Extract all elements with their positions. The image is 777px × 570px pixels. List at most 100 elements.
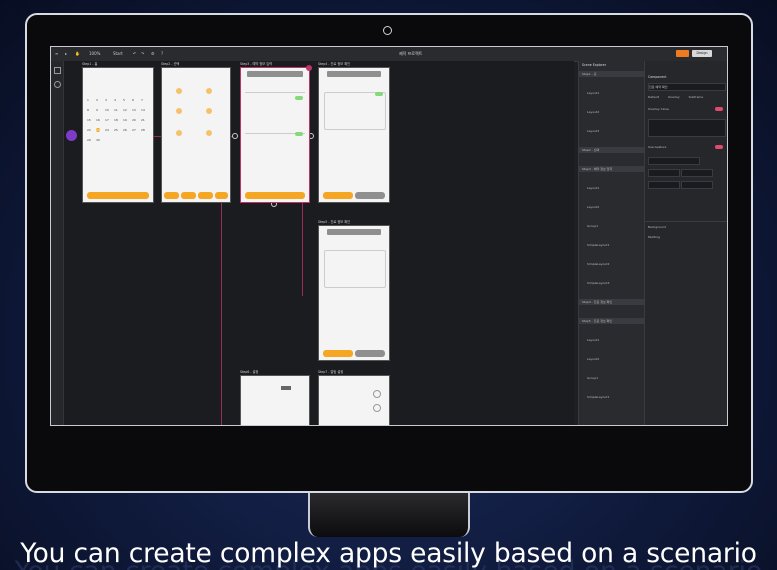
status-toggle[interactable] xyxy=(295,96,303,100)
calendar-day[interactable]: 24 xyxy=(105,128,109,132)
frame-step5[interactable] xyxy=(318,225,390,361)
outline-item[interactable]: Layout1 xyxy=(579,90,644,96)
mode-label[interactable]: Start xyxy=(113,50,123,57)
outline-item[interactable]: SimpleLayout2 xyxy=(579,261,644,267)
calendar-day[interactable]: 21 xyxy=(141,118,145,122)
calendar-day[interactable]: 27 xyxy=(132,128,136,132)
outline-item[interactable]: Group1 xyxy=(579,375,644,381)
height-input[interactable] xyxy=(681,169,713,177)
calendar-day[interactable]: 18 xyxy=(114,118,118,122)
close-icon[interactable] xyxy=(306,65,312,71)
name-input[interactable]: 진료 예약 확인 xyxy=(648,83,726,91)
calendar-day[interactable]: 22 xyxy=(87,128,91,132)
tab-button[interactable] xyxy=(198,192,213,199)
calendar-day[interactable]: 20 xyxy=(132,118,136,122)
calendar-day[interactable]: 5 xyxy=(123,98,125,102)
menu-icon[interactable]: ≡ xyxy=(55,50,58,57)
cancel-button[interactable] xyxy=(355,192,385,199)
radio-icon[interactable] xyxy=(373,404,381,412)
outline-item[interactable]: Layout1 xyxy=(579,185,644,191)
outline-item[interactable]: SimpleLayout1 xyxy=(579,394,644,400)
calendar-day[interactable]: 2 xyxy=(96,98,98,102)
assistant-avatar-icon[interactable] xyxy=(66,130,77,141)
calendar-day[interactable]: 15 xyxy=(87,118,91,122)
zoom-level[interactable]: 100% xyxy=(89,50,100,57)
outline-item[interactable]: Step5 - 진료 정보 확인 xyxy=(579,318,644,324)
frame-step2[interactable] xyxy=(161,67,231,203)
calendar-day[interactable]: 23 xyxy=(96,128,100,132)
tab-overlay[interactable]: Overlay xyxy=(668,95,680,99)
outline-item[interactable]: Layout3 xyxy=(579,128,644,134)
help-icon[interactable]: ? xyxy=(161,50,163,57)
gesture-toggle[interactable] xyxy=(715,145,723,149)
redo-icon[interactable]: ↷ xyxy=(141,50,144,57)
calendar-day[interactable]: 10 xyxy=(105,108,109,112)
calendar-day[interactable]: 26 xyxy=(123,128,127,132)
cancel-button[interactable] xyxy=(355,350,385,357)
confirm-button[interactable] xyxy=(323,350,353,357)
calendar-day[interactable]: 14 xyxy=(141,108,145,112)
frame-step6[interactable] xyxy=(240,375,310,425)
confirm-button[interactable] xyxy=(87,192,149,199)
outline-item[interactable]: Step4 - 진료 정보 확인 xyxy=(579,299,644,305)
outline-item[interactable]: Step3 - 예약 정보 입력 xyxy=(579,166,644,172)
calendar-day[interactable]: 6 xyxy=(132,98,134,102)
status-toggle[interactable] xyxy=(295,132,303,136)
option-icon[interactable] xyxy=(206,130,212,136)
tab-button[interactable] xyxy=(181,192,196,199)
confirm-button[interactable] xyxy=(323,192,353,199)
frame-step7[interactable] xyxy=(318,375,390,425)
calendar-day[interactable]: 11 xyxy=(114,108,118,112)
cursor-icon[interactable]: ▸ xyxy=(65,50,67,57)
calendar-day[interactable]: 29 xyxy=(87,138,91,142)
calendar-day[interactable]: 8 xyxy=(87,108,89,112)
width-input[interactable] xyxy=(648,169,680,177)
option-icon[interactable] xyxy=(176,130,182,136)
design-button[interactable]: Design xyxy=(692,50,712,57)
undo-icon[interactable]: ↶ xyxy=(133,50,136,57)
calendar-day[interactable]: 12 xyxy=(123,108,127,112)
tab-button[interactable] xyxy=(215,192,228,199)
description-input[interactable] xyxy=(648,119,726,137)
size-input[interactable] xyxy=(648,157,700,165)
calendar-day[interactable]: 1 xyxy=(87,98,89,102)
option-icon[interactable] xyxy=(176,88,182,94)
tab-button[interactable] xyxy=(164,192,179,199)
x-input[interactable] xyxy=(648,181,680,189)
calendar-day[interactable]: 7 xyxy=(141,98,143,102)
calendar-day[interactable]: 25 xyxy=(114,128,118,132)
frame-step4[interactable] xyxy=(318,67,390,203)
outline-item[interactable]: SimpleLayout3 xyxy=(579,280,644,286)
tab-default[interactable]: Default xyxy=(648,95,659,99)
outline-item[interactable]: Layout2 xyxy=(579,204,644,210)
option-icon[interactable] xyxy=(206,88,212,94)
frame-step3[interactable] xyxy=(240,65,312,203)
connector-node[interactable] xyxy=(232,133,238,139)
hand-icon[interactable]: ✋ xyxy=(75,50,80,57)
next-button[interactable] xyxy=(245,192,305,199)
calendar-day[interactable]: 17 xyxy=(105,118,109,122)
frame-step1[interactable]: 1 2 3 4 5 6 7 8 9 10 11 12 13 14 15 16 17 18 19 20 21 22 23 24 2… xyxy=(82,67,154,203)
overlay-toggle[interactable] xyxy=(715,107,723,111)
settings-icon[interactable]: ⚙ xyxy=(151,50,155,57)
tab-subframe[interactable]: Subframe xyxy=(689,95,704,99)
outline-item[interactable]: Step1 - 홈 xyxy=(579,71,644,77)
assets-icon[interactable] xyxy=(54,81,61,88)
outline-item[interactable]: SimpleLayout1 xyxy=(579,242,644,248)
preview-button[interactable] xyxy=(676,50,689,57)
calendar-day[interactable]: 9 xyxy=(96,108,98,112)
option-icon[interactable] xyxy=(176,108,182,114)
outline-item[interactable]: Group1 xyxy=(579,223,644,229)
background-label[interactable]: Background xyxy=(648,225,666,229)
design-canvas[interactable]: Step1 - 홈 1 2 3 4 5 6 7 8 9 10 11 12 13 14 15 16 17 18 19 2… xyxy=(64,61,574,425)
calendar-day[interactable]: 28 xyxy=(141,128,145,132)
outline-item[interactable]: Layout1 xyxy=(579,337,644,343)
option-icon[interactable] xyxy=(206,108,212,114)
radio-icon[interactable] xyxy=(373,390,381,398)
calendar-day[interactable]: 3 xyxy=(105,98,107,102)
outline-item[interactable]: Layout2 xyxy=(579,356,644,362)
y-input[interactable] xyxy=(681,181,713,189)
layers-icon[interactable] xyxy=(54,67,61,74)
calendar-day[interactable]: 13 xyxy=(132,108,136,112)
calendar-day[interactable]: 19 xyxy=(123,118,127,122)
